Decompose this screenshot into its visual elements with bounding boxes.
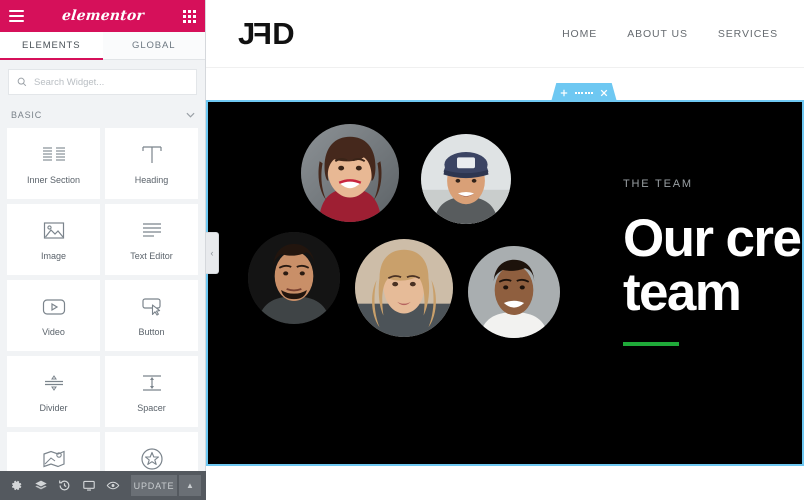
spacer-icon	[140, 370, 164, 396]
widget-divider[interactable]: Divider	[7, 356, 100, 427]
team-photo-3	[248, 232, 340, 324]
navigator-layers-icon[interactable]	[29, 471, 52, 500]
widget-label: Button	[138, 327, 165, 337]
section-label: BASIC	[11, 110, 43, 120]
widget-label: Text Editor	[130, 251, 173, 261]
widget-label: Divider	[39, 403, 68, 413]
site-logo[interactable]: JFD	[238, 15, 295, 52]
chevron-down-icon	[186, 112, 195, 118]
team-photo-5	[468, 246, 560, 338]
logo-d: D	[272, 15, 294, 51]
widget-label: Spacer	[137, 403, 166, 413]
heading-icon	[141, 142, 163, 168]
section-header-basic[interactable]: BASIC	[0, 102, 205, 128]
search-input[interactable]	[34, 76, 188, 88]
site-nav: HOME ABOUT US SERVICES	[562, 28, 780, 40]
history-icon[interactable]	[53, 471, 76, 500]
hero-headline-line1[interactable]: Our cre	[623, 211, 802, 266]
elementor-editor: elementor ELEMENTS GLOBAL BASIC	[0, 0, 804, 500]
image-icon	[43, 218, 65, 244]
hamburger-icon[interactable]	[9, 10, 24, 22]
star-icon	[140, 446, 164, 472]
team-photo-4	[355, 239, 453, 337]
settings-gear-icon[interactable]	[5, 471, 28, 500]
team-photo-1	[301, 124, 399, 222]
site-header: JFD HOME ABOUT US SERVICES	[206, 0, 804, 68]
widget-panel: elementor ELEMENTS GLOBAL BASIC	[0, 0, 206, 500]
hero-accent-bar	[623, 342, 679, 347]
update-options-caret-icon[interactable]: ▲	[179, 475, 201, 496]
hero-section-wrapper: THE TEAM Our cre team	[206, 68, 804, 466]
widget-label: Inner Section	[26, 175, 81, 185]
team-photo-2	[421, 134, 511, 224]
panel-tabs: ELEMENTS GLOBAL	[0, 32, 205, 60]
panel-collapse-handle[interactable]: ‹	[206, 232, 219, 274]
preview-eye-icon[interactable]	[101, 471, 124, 500]
hero-section[interactable]: THE TEAM Our cre team	[206, 100, 804, 466]
editor-bottom-bar: UPDATE ▲	[0, 471, 206, 500]
drag-handle-icon[interactable]	[574, 91, 594, 94]
text-editor-icon	[141, 218, 163, 244]
video-icon	[42, 294, 66, 320]
hero-text-block: THE TEAM Our cre team	[623, 178, 802, 347]
hero-eyebrow: THE TEAM	[623, 178, 693, 190]
search-icon	[17, 77, 27, 87]
preview-canvas: JFD HOME ABOUT US SERVICES THE TEAM Our …	[206, 0, 804, 500]
search-container	[0, 60, 205, 102]
widget-button[interactable]: Button	[105, 280, 198, 351]
widget-video[interactable]: Video	[7, 280, 100, 351]
hero-headline-line2[interactable]: team	[623, 265, 802, 320]
google-maps-icon	[42, 446, 66, 472]
panel-header: elementor	[0, 0, 205, 32]
search-box[interactable]	[8, 69, 197, 95]
nav-item-about-us[interactable]: ABOUT US	[627, 28, 688, 40]
team-photos-group	[243, 114, 573, 444]
widget-heading[interactable]: Heading	[105, 128, 198, 199]
widget-text-editor[interactable]: Text Editor	[105, 204, 198, 275]
close-icon[interactable]	[600, 89, 608, 97]
update-button[interactable]: UPDATE	[131, 475, 177, 496]
button-icon	[140, 294, 164, 320]
logo-f: F	[254, 15, 273, 51]
responsive-mode-icon[interactable]	[77, 471, 100, 500]
widget-label: Heading	[134, 175, 169, 185]
widget-image[interactable]: Image	[7, 204, 100, 275]
widget-inner-section[interactable]: Inner Section	[7, 128, 100, 199]
inner-section-icon	[42, 142, 66, 168]
widget-spacer[interactable]: Spacer	[105, 356, 198, 427]
section-toolbar	[551, 83, 617, 102]
nav-item-home[interactable]: HOME	[562, 28, 597, 40]
grid-icon[interactable]	[182, 9, 196, 23]
logo-j: J	[238, 15, 255, 51]
tab-elements[interactable]: ELEMENTS	[0, 32, 103, 60]
divider-icon	[42, 370, 66, 396]
widget-label: Video	[42, 327, 65, 337]
widget-label: Image	[40, 251, 66, 261]
widget-grid: Inner Section Heading Image Text Editor …	[0, 128, 205, 500]
nav-item-services[interactable]: SERVICES	[718, 28, 778, 40]
plus-icon[interactable]	[560, 89, 568, 97]
tab-global[interactable]: GLOBAL	[102, 32, 205, 59]
elementor-logo: elementor	[61, 8, 146, 24]
